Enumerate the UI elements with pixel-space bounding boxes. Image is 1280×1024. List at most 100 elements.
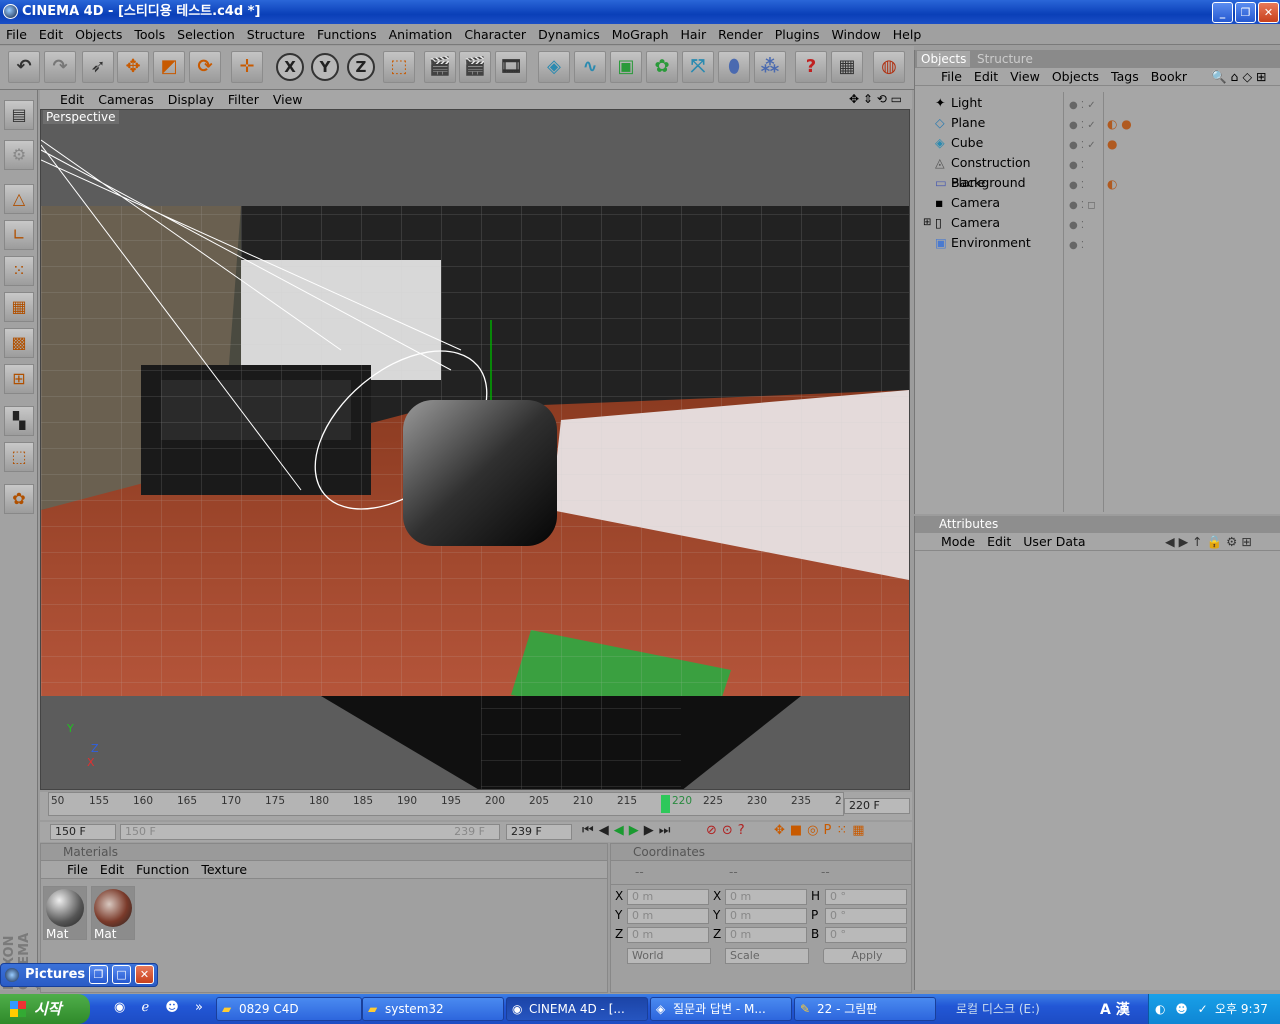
menu-render[interactable]: Render (712, 24, 769, 45)
task-cinema4d[interactable]: ◉ CINEMA 4D - [... (506, 997, 648, 1021)
material-swatch[interactable]: Mat (91, 886, 135, 941)
rot-b-field[interactable]: 0 ° (825, 927, 907, 943)
coord-scale-select[interactable]: Scale (725, 948, 809, 964)
render-region-icon[interactable]: 🎬 (459, 51, 491, 83)
model-mode-icon[interactable]: △ (4, 184, 34, 214)
rot-h-field[interactable]: 0 ° (825, 889, 907, 905)
attr-menu-edit[interactable]: Edit (981, 534, 1017, 549)
world-coords-icon[interactable]: ⬚ (383, 51, 415, 83)
vp-menu-display[interactable]: Display (161, 90, 221, 109)
menu-edit[interactable]: Edit (33, 24, 69, 45)
deformer-icon[interactable]: ⤧ (682, 51, 714, 83)
vp-menu-filter[interactable]: Filter (221, 90, 266, 109)
help-cursor-icon[interactable]: ? (795, 51, 827, 83)
vp-menu-edit[interactable]: Edit (40, 90, 91, 109)
menu-plugins[interactable]: Plugins (769, 24, 826, 45)
pos-z-field[interactable]: 0 m (627, 927, 709, 943)
menu-file[interactable]: File (0, 24, 33, 45)
record-keys-icons[interactable]: ⊘⊙? (706, 823, 750, 838)
mat-menu-edit[interactable]: Edit (94, 862, 130, 877)
workplane-icon[interactable]: ⬚ (4, 442, 34, 472)
task-0829-c4d[interactable]: ▰ 0829 C4D (216, 997, 362, 1021)
layout-switch-icon[interactable]: ▤ (4, 100, 34, 130)
perspective-viewport[interactable]: Perspective Y X Z (40, 109, 910, 790)
obj-menu-view[interactable]: View (1004, 69, 1046, 84)
timeline-ruler[interactable]: 50 155 160 165 170 175 180 185 190 195 2… (48, 792, 844, 816)
undo-icon[interactable]: ↶ (8, 51, 40, 83)
menu-help[interactable]: Help (887, 24, 928, 45)
disk-toolbar-label[interactable]: 로컬 디스크 (E:) (956, 1000, 1040, 1017)
task-system32[interactable]: ▰ system32 (362, 997, 504, 1021)
y-axis-lock-icon[interactable]: Y (311, 53, 339, 81)
tray-icons[interactable]: ◐ ☻ ✓ (1155, 994, 1211, 1024)
obj-menu-objects[interactable]: Objects (1046, 69, 1105, 84)
current-frame-field[interactable]: 220 F (844, 798, 910, 814)
pos-x-field[interactable]: 0 m (627, 889, 709, 905)
menu-selection[interactable]: Selection (171, 24, 241, 45)
end-frame-field[interactable]: 239 F (506, 824, 572, 840)
ime-indicator[interactable]: A 漢 (1100, 999, 1130, 1019)
menu-character[interactable]: Character (458, 24, 532, 45)
redo-icon[interactable]: ↷ (44, 51, 76, 83)
material-swatch[interactable]: Mat (43, 886, 87, 941)
uv-mode-icon[interactable]: ⊞ (4, 364, 34, 394)
vp-menu-view[interactable]: View (266, 90, 310, 109)
pos-y-field[interactable]: 0 m (627, 908, 709, 924)
rot-p-field[interactable]: 0 ° (825, 908, 907, 924)
obj-menu-file[interactable]: File (935, 69, 968, 84)
texture-mode-icon[interactable]: ▚ (4, 406, 34, 436)
transport-buttons[interactable]: ⏮◀◀▶▶⏭ (582, 823, 675, 838)
pictures-maximize-button[interactable]: □ (112, 965, 131, 984)
object-row-light[interactable]: ✦ Light (921, 93, 1061, 113)
attr-menu-mode[interactable]: Mode (935, 534, 981, 549)
mat-menu-texture[interactable]: Texture (195, 862, 253, 877)
globe-layout-icon[interactable]: ◍ (873, 51, 905, 83)
menu-window[interactable]: Window (825, 24, 886, 45)
mat-menu-file[interactable]: File (61, 862, 94, 877)
apply-button[interactable]: Apply (823, 948, 907, 964)
object-row-camera[interactable]: ▪ Camera (921, 193, 1061, 213)
object-row-cube[interactable]: ◈ Cube (921, 133, 1061, 153)
scene-object-icon[interactable]: ⬮ (718, 51, 750, 83)
object-row-background[interactable]: ▭ Background (921, 173, 1061, 193)
task-qna[interactable]: ◈ 질문과 답변 - M... (650, 997, 792, 1021)
menu-tools[interactable]: Tools (128, 24, 171, 45)
start-frame-field[interactable]: 150 F (50, 824, 116, 840)
playhead[interactable] (661, 795, 670, 813)
scale-tool-icon[interactable]: ◩ (153, 51, 185, 83)
menu-functions[interactable]: Functions (311, 24, 383, 45)
tag-icons[interactable]: ◐ ● ● ◐ (1107, 114, 1132, 194)
cube-primitive-icon[interactable]: ◈ (538, 51, 570, 83)
object-row-plane[interactable]: ◇ Plane (921, 113, 1061, 133)
menu-dynamics[interactable]: Dynamics (532, 24, 606, 45)
live-select-icon[interactable]: ⚙ (4, 140, 34, 170)
object-row-camera-group[interactable]: ⊞ ▯ Camera (921, 213, 1061, 233)
obj-menu-bookmarks[interactable]: Bookr (1145, 69, 1193, 84)
size-x-field[interactable]: 0 m (725, 889, 807, 905)
pictures-restore-button[interactable]: ❐ (89, 965, 108, 984)
array-icon[interactable]: ✿ (646, 51, 678, 83)
coord-mode-select[interactable]: World (627, 948, 711, 964)
object-mode-icon[interactable]: ∟ (4, 220, 34, 250)
objects-search-icons[interactable]: 🔍 ⌂ ◇ ⊞ (1205, 68, 1273, 86)
attr-menu-userdata[interactable]: User Data (1017, 534, 1091, 549)
z-axis-lock-icon[interactable]: Z (347, 53, 375, 81)
pictures-window-bar[interactable]: Pictures ❐ □ ✕ (0, 963, 158, 987)
size-y-field[interactable]: 0 m (725, 908, 807, 924)
x-axis-lock-icon[interactable]: X (276, 53, 304, 81)
close-button[interactable]: ✕ (1258, 2, 1279, 23)
mat-menu-function[interactable]: Function (130, 862, 195, 877)
particle-icon[interactable]: ⁂ (754, 51, 786, 83)
visibility-dots[interactable]: ● ⁚ ✓ ● ⁚ ✓ ● ⁚ ✓ ● ⁚ ● ⁚ ● ⁚ ◻ ● ⁚ ● ⁚ (1069, 96, 1096, 256)
spline-icon[interactable]: ∿ (574, 51, 606, 83)
rotate-tool-icon[interactable]: ⟳ (189, 51, 221, 83)
select-tool-icon[interactable]: ➶ (82, 51, 114, 83)
task-paint[interactable]: ✎ 22 - 그림판 (794, 997, 936, 1021)
restore-button[interactable]: ❐ (1235, 2, 1256, 23)
render-picture-viewer-icon[interactable]: 🎞 (495, 51, 527, 83)
key-mode-icons[interactable]: ✥■◎P⁙▦ (774, 823, 870, 838)
menu-animation[interactable]: Animation (383, 24, 459, 45)
start-button[interactable]: 시작 (0, 994, 90, 1024)
polygons-mode-icon[interactable]: ▩ (4, 328, 34, 358)
move-tool-icon[interactable]: ✥ (117, 51, 149, 83)
